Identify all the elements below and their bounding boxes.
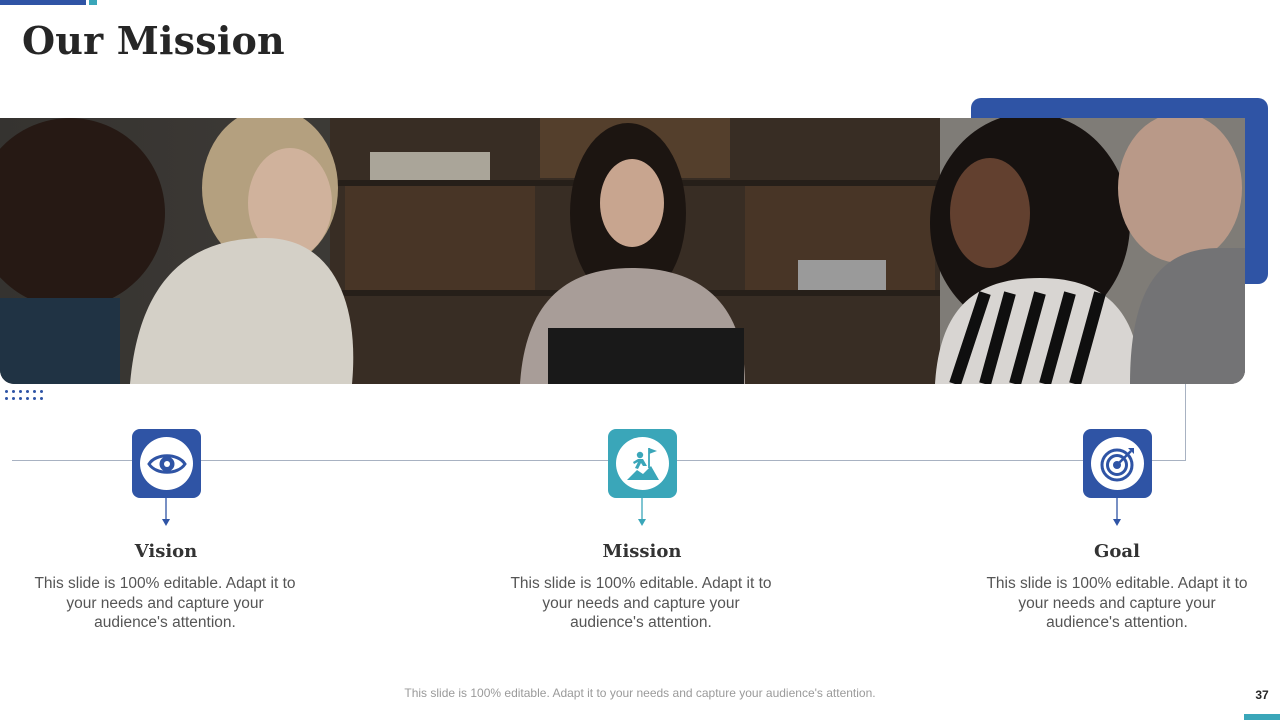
mission-description: This slide is 100% editable. Adapt it to…	[510, 575, 772, 631]
vision-title: Vision	[134, 541, 198, 562]
top-accent-bar	[0, 0, 86, 5]
slide-title: Our Mission	[22, 18, 285, 63]
mission-title: Mission	[602, 541, 682, 562]
vision-description: This slide is 100% editable. Adapt it to…	[34, 575, 296, 631]
vision-icon-box	[132, 429, 201, 498]
goal-arrow	[1113, 498, 1121, 526]
mission-arrow	[638, 498, 646, 526]
corner-accent-bar	[1244, 714, 1280, 720]
page-number: 37	[1255, 688, 1269, 702]
goal-description: This slide is 100% editable. Adapt it to…	[986, 575, 1248, 631]
target-icon	[1091, 437, 1144, 490]
goal-icon-box	[1083, 429, 1152, 498]
team-meeting-photo	[0, 118, 1245, 384]
footer-note: This slide is 100% editable. Adapt it to…	[404, 686, 876, 700]
eye-icon	[140, 437, 193, 490]
goal-title: Goal	[1094, 541, 1140, 562]
vision-arrow	[162, 498, 170, 526]
climber-flag-icon	[616, 437, 669, 490]
top-accent-bar-small	[89, 0, 97, 5]
timeline-connector	[1185, 384, 1186, 461]
mission-icon-box	[608, 429, 677, 498]
decorative-dot-grid	[5, 390, 47, 402]
